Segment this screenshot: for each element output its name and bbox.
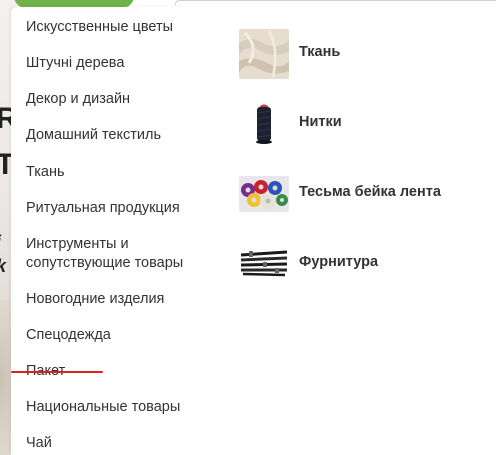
subcategory-label: Ткань	[299, 44, 341, 60]
ribbon-image	[239, 176, 289, 212]
subcategory-label: Тесьма бейка лента	[299, 184, 441, 200]
category-workwear[interactable]: Спецодежда	[26, 325, 111, 345]
search-bar-edge	[175, 0, 496, 5]
category-new-year[interactable]: Новогодние изделия	[26, 289, 164, 309]
subcategory-fabric[interactable]: Ткань	[239, 29, 479, 79]
fabric-image	[239, 29, 289, 79]
highlight-underline	[11, 371, 103, 373]
category-artificial-flowers[interactable]: Искусственные цветы	[26, 17, 173, 37]
zippers-image	[239, 249, 289, 277]
category-tools-line2[interactable]: сопутствующие товары	[26, 253, 183, 273]
subcategory-threads[interactable]: Нитки	[239, 99, 479, 149]
subcategory-ribbon[interactable]: Тесьма бейка лента	[239, 169, 479, 219]
thread-spool-image	[239, 99, 289, 149]
category-ritual-products[interactable]: Ритуальная продукция	[26, 198, 180, 218]
category-tools-line1[interactable]: Инструменты и	[26, 234, 129, 254]
category-artificial-trees[interactable]: Штучні дерева	[26, 53, 124, 73]
category-tea[interactable]: Чай	[26, 433, 52, 453]
catalog-dropdown-menu: Искусственные цветы Штучні дерева Декор …	[11, 7, 496, 455]
category-national-goods[interactable]: Национальные товары	[26, 397, 180, 417]
category-decor-design[interactable]: Декор и дизайн	[26, 89, 130, 109]
category-home-textile[interactable]: Домашний текстиль	[26, 125, 161, 145]
subcategory-label: Нитки	[299, 114, 342, 130]
subcategory-fittings[interactable]: Фурнитура	[239, 239, 479, 289]
subcategory-label: Фурнитура	[299, 254, 379, 270]
category-fabric[interactable]: Ткань	[26, 162, 65, 182]
